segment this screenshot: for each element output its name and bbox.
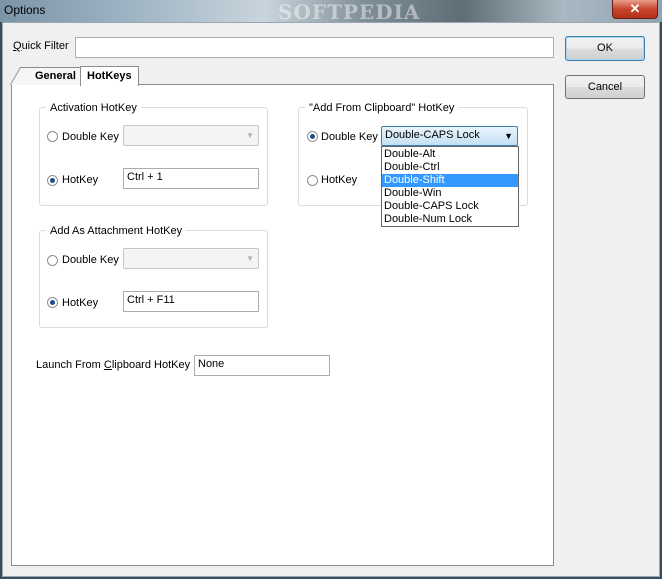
dropdown-option[interactable]: Double-Alt	[382, 148, 518, 161]
activation-hotkey-radio[interactable]	[47, 175, 58, 186]
dropdown-option[interactable]: Double-CAPS Lock	[382, 200, 518, 213]
attachment-hotkey-label: HotKey	[62, 297, 99, 309]
dropdown-option-highlighted[interactable]: Double-Shift	[382, 174, 518, 187]
activation-double-key-radio[interactable]	[47, 131, 58, 142]
clipboard-double-key-dropdown: Double-Alt Double-Ctrl Double-Shift Doub…	[381, 146, 519, 227]
activation-hotkey-group	[39, 107, 268, 206]
attachment-hotkey-group	[39, 230, 268, 328]
chevron-down-icon: ▼	[246, 131, 254, 140]
watermark: SOFTPEDIA	[278, 0, 421, 24]
clipboard-double-key-combo[interactable]: Double-CAPS Lock ▼	[381, 126, 518, 146]
clipboard-double-key-value: Double-CAPS Lock	[385, 129, 480, 141]
launch-label-accel: C	[103, 359, 112, 371]
close-button[interactable]: ✕	[612, 0, 658, 19]
dropdown-option[interactable]: Double-Win	[382, 187, 518, 200]
dropdown-option[interactable]: Double-Num Lock	[382, 213, 518, 226]
quick-filter-label: Quick Filter	[13, 40, 69, 52]
tab-hotkeys-label: HotKeys	[87, 70, 132, 82]
chevron-down-icon: ▼	[504, 131, 513, 141]
activation-hotkey-label: HotKey	[62, 174, 99, 186]
attachment-hotkey-title: Add As Attachment HotKey	[46, 225, 187, 237]
activation-hotkey-input[interactable]: Ctrl + 1	[123, 168, 259, 189]
dropdown-option[interactable]: Double-Ctrl	[382, 161, 518, 174]
clipboard-hotkey-label: HotKey	[321, 174, 358, 186]
ok-button[interactable]: OK	[565, 36, 645, 61]
tab-general-label: General	[35, 70, 76, 82]
close-icon: ✕	[629, 1, 641, 16]
activation-double-key-combo[interactable]: ▼	[123, 125, 259, 146]
attachment-hotkey-input[interactable]: Ctrl + F11	[123, 291, 259, 312]
quick-filter-input[interactable]	[75, 37, 554, 58]
clipboard-double-key-radio[interactable]	[307, 131, 318, 142]
launch-label-part: Launch From	[36, 359, 104, 371]
activation-double-key-label: Double Key	[62, 131, 119, 143]
launch-hotkey-label: Launch From Clipboard HotKey	[36, 359, 190, 371]
launch-label-part: lipboard HotKey	[111, 359, 191, 371]
attachment-hotkey-radio[interactable]	[47, 297, 58, 308]
attachment-double-key-combo[interactable]: ▼	[123, 248, 259, 269]
launch-hotkey-input[interactable]: None	[194, 355, 330, 376]
clipboard-double-key-label: Double Key	[321, 131, 378, 143]
activation-hotkey-title: Activation HotKey	[46, 102, 141, 114]
window-title: Options	[4, 3, 46, 17]
clipboard-hotkey-title: "Add From Clipboard" HotKey	[305, 102, 459, 114]
clipboard-hotkey-radio[interactable]	[307, 175, 318, 186]
attachment-double-key-label: Double Key	[62, 254, 119, 266]
cancel-button[interactable]: Cancel	[565, 75, 645, 99]
attachment-double-key-radio[interactable]	[47, 255, 58, 266]
chevron-down-icon: ▼	[246, 254, 254, 263]
